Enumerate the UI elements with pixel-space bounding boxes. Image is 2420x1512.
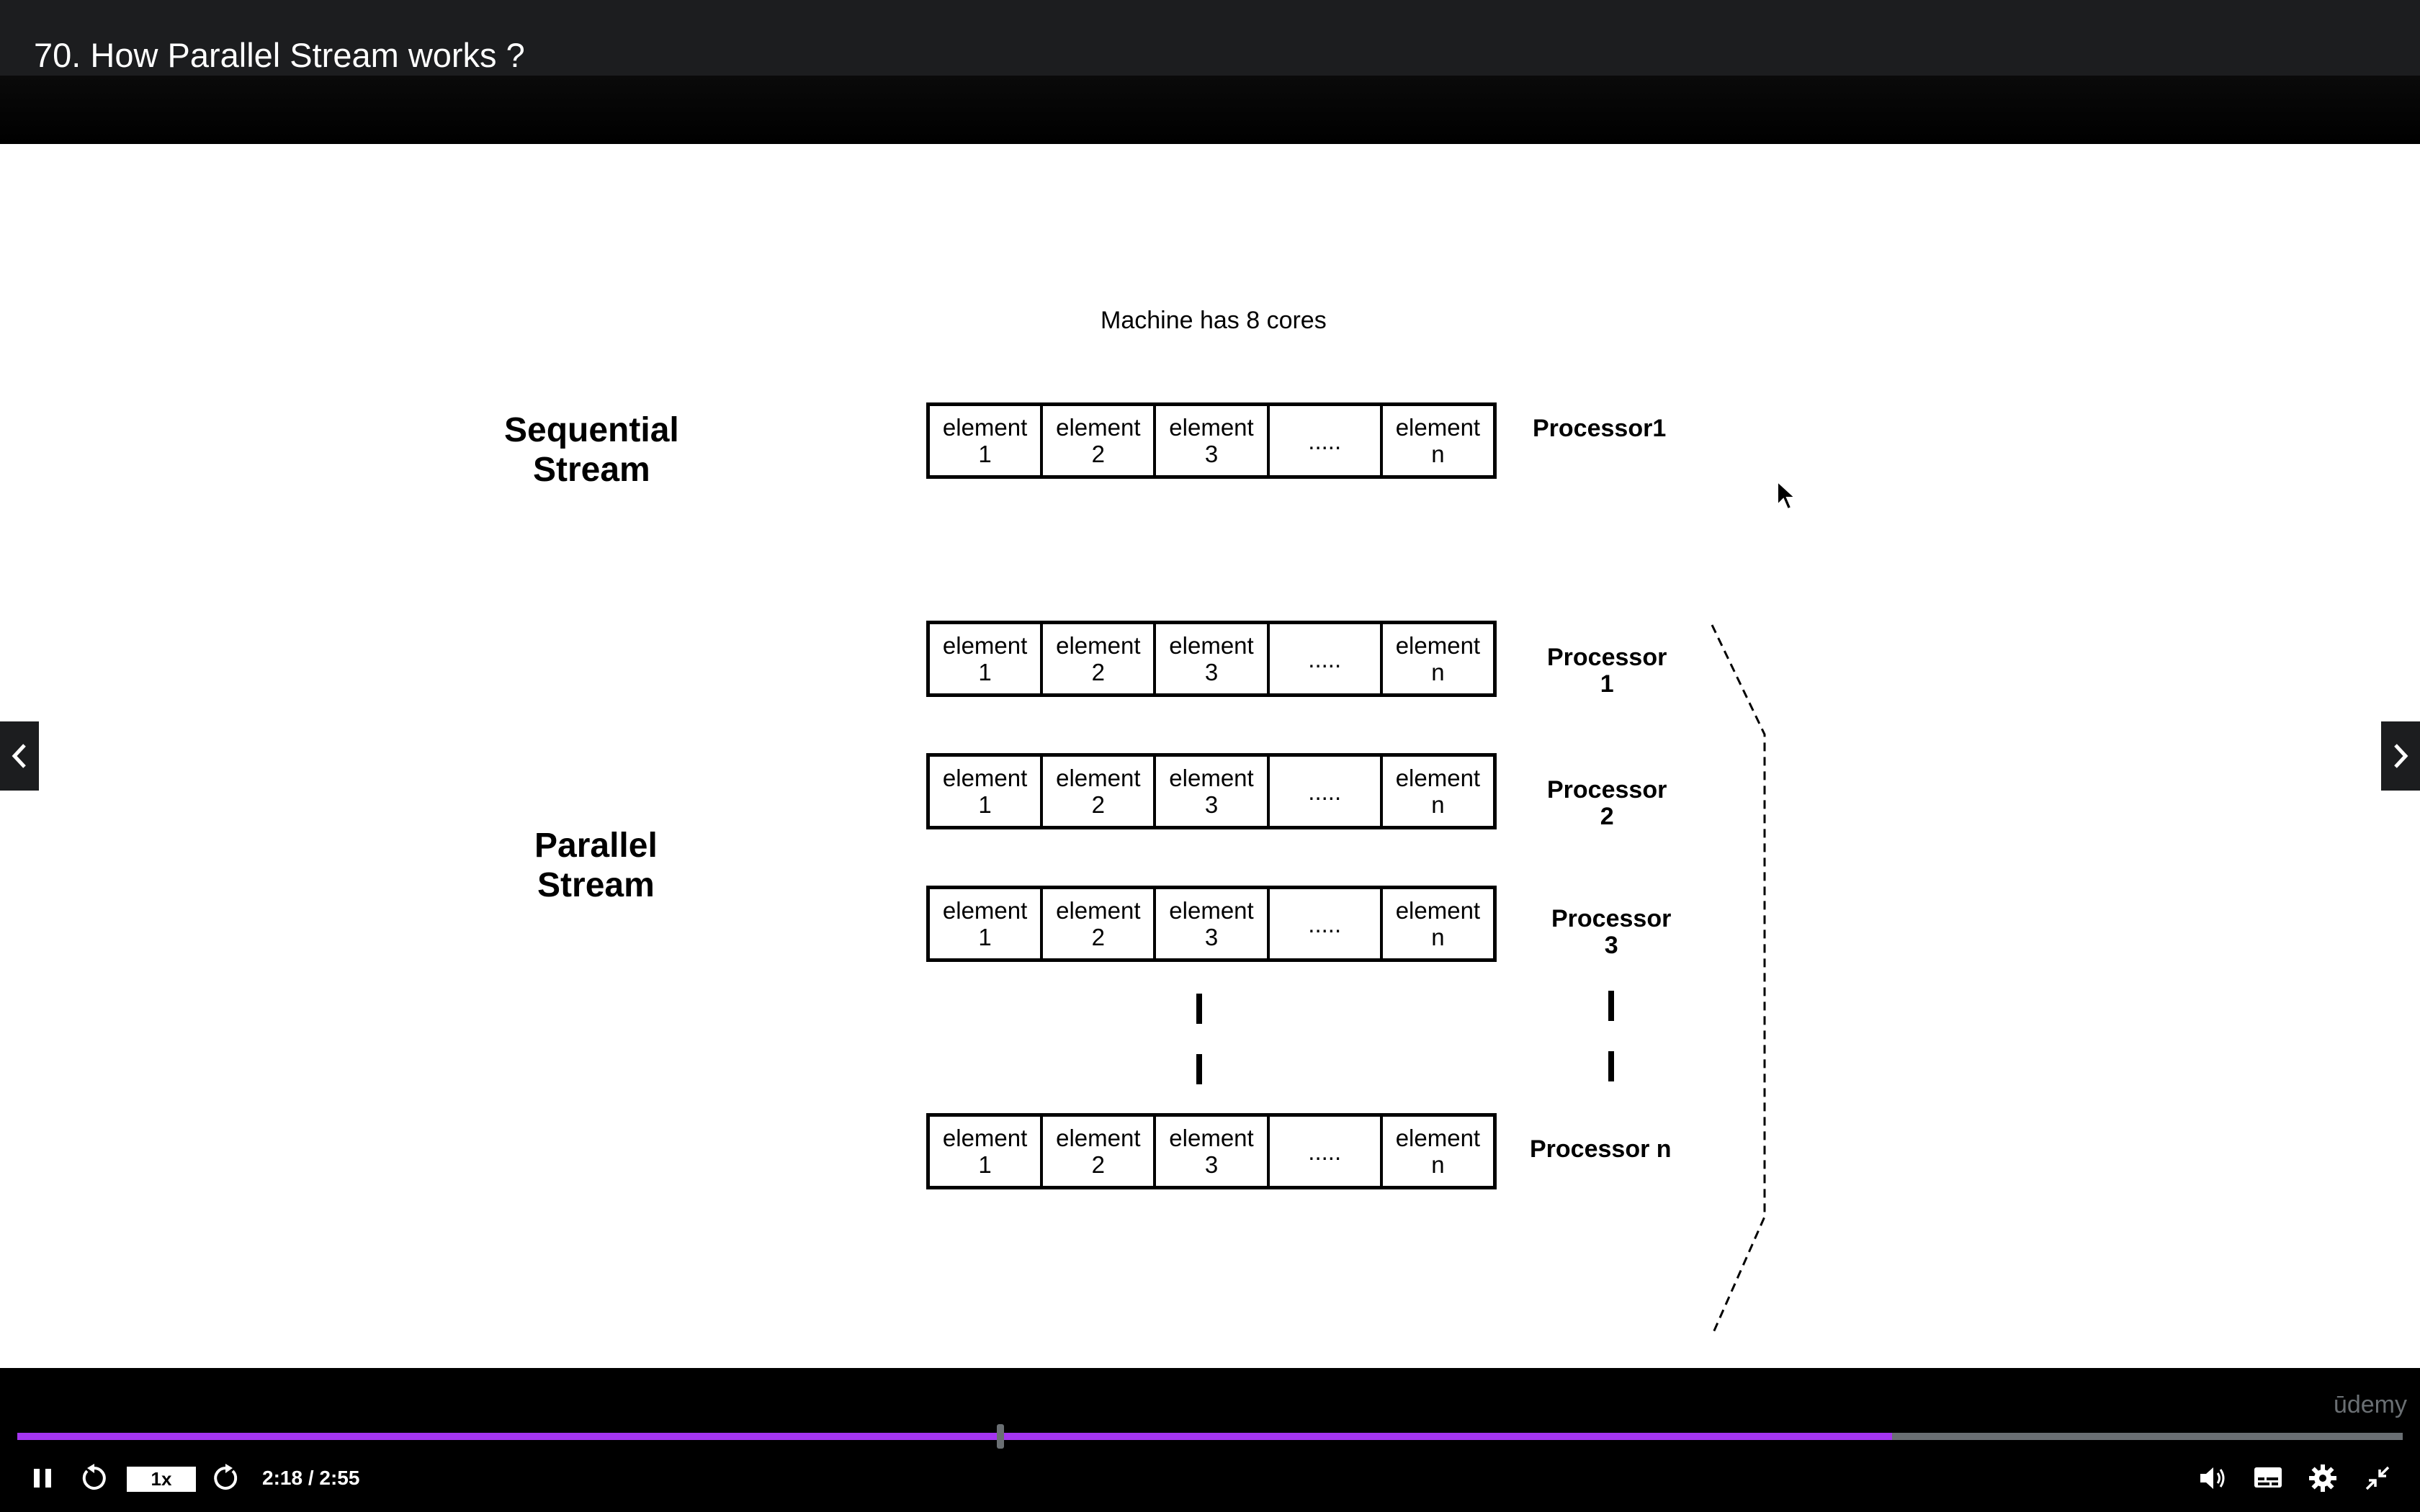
rewind-button[interactable]	[76, 1460, 112, 1496]
ellipsis-cell: .....	[1270, 757, 1383, 826]
element-cell: element 2	[1043, 406, 1157, 475]
element-cell: element 1	[930, 624, 1044, 693]
parallel-stream-label: Parallel Stream	[534, 826, 658, 905]
machine-note: Machine has 8 cores	[1101, 307, 1327, 334]
next-lecture-button[interactable]	[2381, 721, 2420, 791]
sequential-processor-label: Processor1	[1533, 415, 1667, 442]
video-slide[interactable]: Machine has 8 cores Sequential Stream el…	[0, 144, 2420, 1508]
processor-2-label: Processor 2	[1547, 776, 1667, 830]
element-cell: element 2	[1043, 757, 1157, 826]
udemy-logo: ūdemy	[2333, 1391, 2407, 1418]
parallel-row-n: element 1 element 2 element 3 ..... element…	[926, 1113, 1497, 1189]
forward-icon	[214, 1464, 238, 1490]
settings-button[interactable]	[2305, 1460, 2341, 1496]
continuation-bar	[1608, 991, 1614, 1021]
parallel-row-3: element 1 element 2 element 3 ..... element…	[926, 886, 1497, 962]
element-cell: element n	[1395, 632, 1481, 685]
continuation-bar	[1608, 1051, 1614, 1081]
element-cell: element n	[1395, 897, 1481, 950]
element-cell: element 3	[1156, 406, 1270, 475]
captions-button[interactable]	[2250, 1460, 2286, 1496]
volume-button[interactable]	[2195, 1460, 2231, 1496]
sequential-row: element 1 element 2 element 3 ..... element…	[926, 402, 1497, 479]
continuation-bar	[1196, 1054, 1202, 1084]
previous-lecture-button[interactable]	[0, 721, 39, 791]
header-shadow-band	[0, 76, 2420, 144]
progress-marker[interactable]	[997, 1424, 1004, 1449]
playback-speed-button[interactable]: 1x	[127, 1467, 196, 1492]
element-cell: element 3	[1156, 1117, 1270, 1186]
element-cell: element 3	[1156, 624, 1270, 693]
mouse-cursor-icon	[1777, 480, 1797, 510]
sequential-stream-label: Sequential Stream	[504, 410, 679, 490]
element-cell: element 1	[930, 1117, 1044, 1186]
element-cell: element n	[1395, 1125, 1481, 1178]
element-cell: element 1	[930, 889, 1044, 958]
chevron-right-icon	[2394, 744, 2408, 768]
element-cell: element 3	[1156, 757, 1270, 826]
parallel-label-line2: Stream	[537, 866, 655, 904]
sequential-label-line1: Sequential	[504, 411, 679, 449]
forward-button[interactable]	[207, 1460, 243, 1496]
processor-3-label: Processor 3	[1551, 905, 1672, 959]
continuation-bar	[1196, 994, 1202, 1024]
volume-icon	[2200, 1467, 2225, 1489]
element-cell: element 2	[1043, 1117, 1157, 1186]
parallel-label-line1: Parallel	[534, 827, 658, 865]
playback-time: 2:18 / 2:55	[262, 1467, 360, 1489]
ellipsis-cell: .....	[1270, 1117, 1383, 1186]
sequential-label-line2: Stream	[532, 451, 650, 489]
element-cell: element 1	[930, 757, 1044, 826]
parallel-row-2: element 1 element 2 element 3 ..... element…	[926, 753, 1497, 829]
element-cell: element 3	[1156, 889, 1270, 958]
stream-diagram: Machine has 8 cores Sequential Stream el…	[0, 144, 2420, 1368]
parallel-row-1: element 1 element 2 element 3 ..... element…	[926, 621, 1497, 697]
progress-fill	[17, 1433, 1893, 1440]
element-cell: element n	[1395, 414, 1481, 467]
rewind-icon	[82, 1464, 106, 1490]
processor-n-label: Processor n	[1530, 1135, 1672, 1163]
chevron-left-icon	[12, 744, 26, 768]
lecture-header: 70. How Parallel Stream works ?	[0, 0, 2420, 76]
processor-1-label: Processor 1	[1547, 644, 1667, 698]
dashed-brace	[1711, 624, 1766, 1336]
video-player-controls: ūdemy	[0, 1368, 2420, 1512]
ellipsis-cell: .....	[1270, 889, 1383, 958]
pause-icon	[34, 1469, 51, 1488]
element-cell: element n	[1395, 765, 1481, 818]
exit-fullscreen-button[interactable]	[2360, 1460, 2396, 1496]
ellipsis-cell: .....	[1270, 406, 1383, 475]
ellipsis-cell: .....	[1270, 624, 1383, 693]
element-cell: element 2	[1043, 624, 1157, 693]
element-cell: element 2	[1043, 889, 1157, 958]
captions-icon	[2254, 1467, 2282, 1488]
element-cell: element 1	[930, 406, 1044, 475]
progress-bar[interactable]	[17, 1424, 2403, 1449]
exit-fullscreen-icon	[2365, 1466, 2390, 1490]
gear-icon	[2309, 1464, 2336, 1492]
lecture-title: 70. How Parallel Stream works ?	[34, 36, 525, 74]
pause-button[interactable]	[24, 1460, 60, 1496]
